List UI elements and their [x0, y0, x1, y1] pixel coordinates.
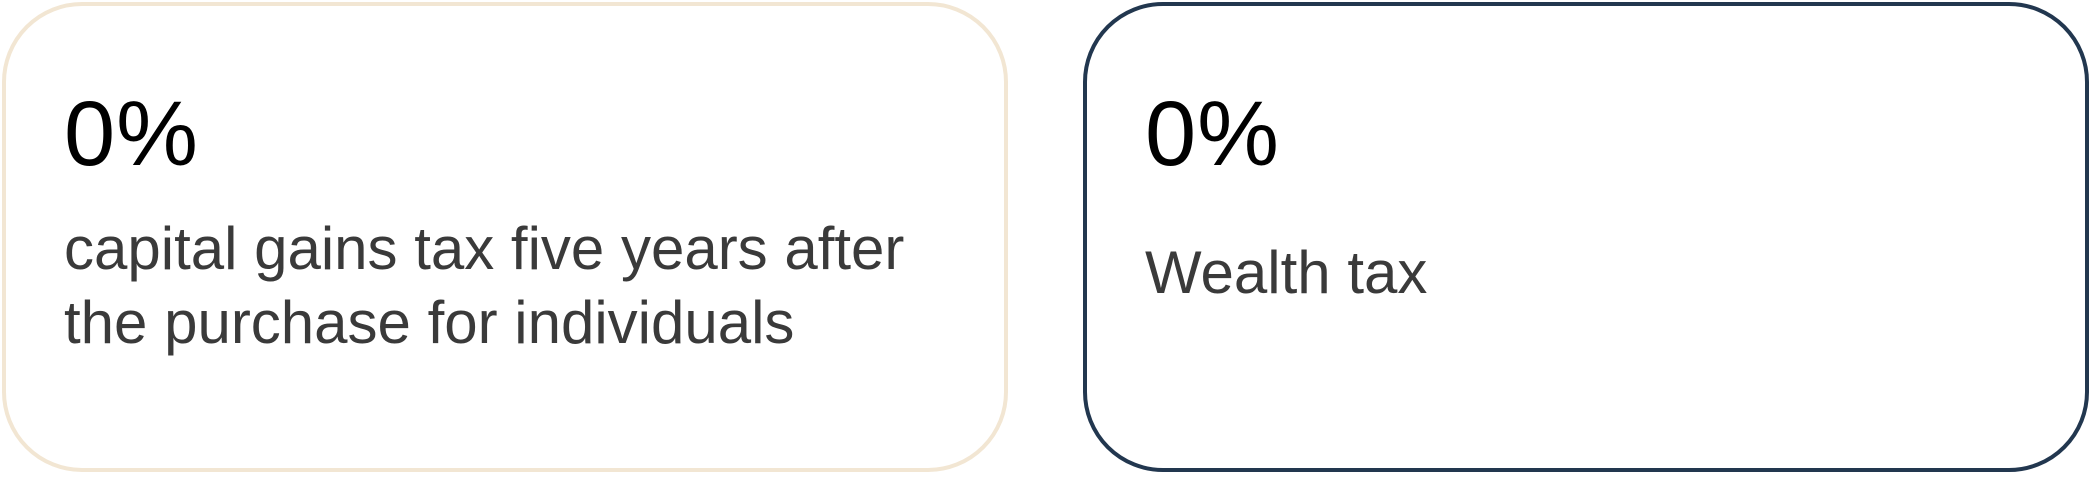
stat-label: capital gains tax five years after the p…: [64, 215, 905, 356]
stat-label: Wealth tax: [1145, 239, 1428, 306]
stat-value: 0%: [1145, 83, 1280, 185]
capital-gains-tax-card: 0% capital gains tax five years after th…: [2, 2, 1008, 472]
wealth-tax-card: 0% Wealth tax: [1083, 2, 2089, 472]
stat-value: 0%: [64, 83, 199, 185]
